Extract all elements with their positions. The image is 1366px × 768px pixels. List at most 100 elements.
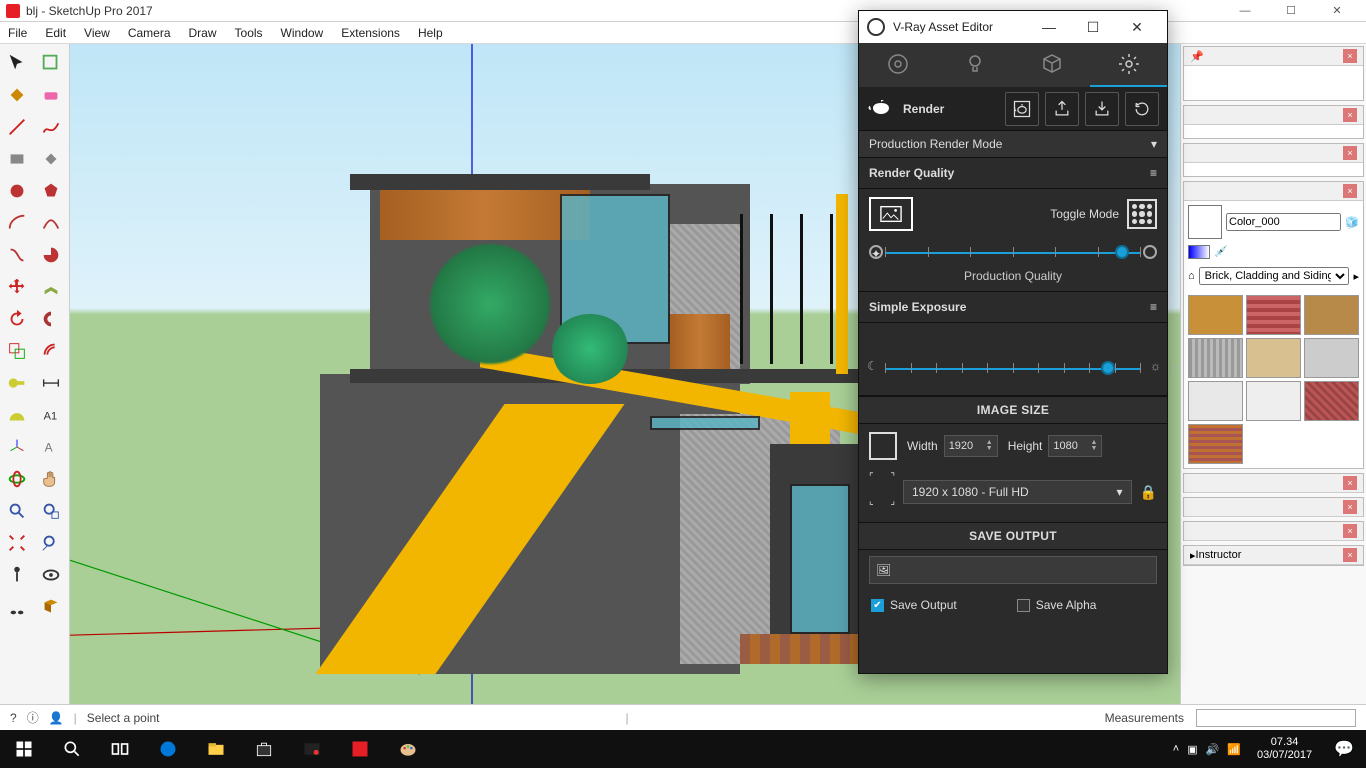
zoom-window-tool[interactable] [36,496,66,526]
vray-minimize-button[interactable]: — [1027,19,1071,36]
circle-tool[interactable] [2,176,32,206]
pushpull-tool[interactable] [36,272,66,302]
save-output-checkbox[interactable]: ✔Save Output [871,598,957,612]
store-taskbar-icon[interactable] [240,730,288,768]
material-swatch[interactable] [1188,424,1243,464]
vray-maximize-button[interactable]: ☐ [1071,19,1115,36]
notifications-icon[interactable]: 💬 [1328,739,1360,759]
aspect-icon[interactable] [869,432,897,460]
maximize-button[interactable]: ☐ [1268,0,1314,22]
render-mode-select[interactable]: Production Render Mode ▾ [859,131,1167,158]
material-swatch[interactable] [1304,381,1359,421]
edge-taskbar-icon[interactable] [144,730,192,768]
render-quality-header[interactable]: Render Quality ≡ [859,158,1167,189]
polygon-tool[interactable] [36,176,66,206]
exposure-slider[interactable]: ☾ ☼ › [869,357,1157,381]
materials-header[interactable]: × [1184,182,1363,201]
export-button[interactable] [1045,92,1079,126]
close-panel-button[interactable]: × [1343,184,1357,198]
exposure-header[interactable]: Simple Exposure ≡ [859,292,1167,323]
start-button[interactable] [0,730,48,768]
close-panel-button[interactable]: × [1343,49,1357,63]
eyedropper-icon[interactable]: 💉 [1214,245,1228,259]
previous-view-tool[interactable] [36,528,66,558]
rotate-tool[interactable] [2,304,32,334]
pan-tool[interactable] [36,464,66,494]
height-input[interactable]: 1080▲▼ [1048,435,1102,457]
menu-edit[interactable]: Edit [45,26,66,40]
library-menu-icon[interactable]: ▸ [1353,270,1359,283]
vray-tab-geometry[interactable] [1013,43,1090,87]
vray-titlebar[interactable]: V-Ray Asset Editor — ☐ ✕ [859,11,1167,43]
tape-tool[interactable] [2,368,32,398]
section-tool[interactable] [36,592,66,622]
followme-tool[interactable] [36,304,66,334]
close-button[interactable]: ✕ [1314,0,1360,22]
taskbar-clock[interactable]: 07.34 03/07/2017 [1249,736,1320,762]
line-tool[interactable] [2,112,32,142]
material-swatch[interactable] [1188,295,1243,335]
2pt-arc-tool[interactable] [36,208,66,238]
material-swatch[interactable] [1246,381,1301,421]
close-panel-button[interactable]: × [1343,548,1357,562]
color-slider-icon[interactable] [1188,245,1210,259]
wifi-icon[interactable]: 📶 [1227,743,1241,756]
material-library-select[interactable]: Brick, Cladding and Siding [1199,267,1350,285]
vray-tab-materials[interactable] [859,43,936,87]
quality-slider[interactable]: ✦ [869,241,1157,265]
home-icon[interactable]: ⌂ [1188,270,1195,282]
vray-close-button[interactable]: ✕ [1115,19,1159,36]
import-button[interactable] [1085,92,1119,126]
rectangle-tool[interactable] [2,144,32,174]
chevron-right-icon[interactable]: › [1173,359,1177,373]
options-icon[interactable]: ≡ [1150,300,1157,314]
text-tool[interactable]: A1 [36,400,66,430]
menu-draw[interactable]: Draw [189,26,217,40]
menu-view[interactable]: View [84,26,110,40]
rotated-rect-tool[interactable] [36,144,66,174]
user-icon[interactable]: 👤 [49,711,64,725]
tray-panel-collapsed2[interactable]: × [1183,497,1364,517]
toggle-mode-button[interactable] [1127,199,1157,229]
3pt-arc-tool[interactable] [2,240,32,270]
menu-window[interactable]: Window [281,26,324,40]
recorder-taskbar-icon[interactable] [288,730,336,768]
task-view-button[interactable] [96,730,144,768]
close-panel-button[interactable]: × [1343,500,1357,514]
select-tool[interactable] [2,48,32,78]
menu-file[interactable]: File [8,26,27,40]
close-panel-button[interactable]: × [1343,524,1357,538]
dimension-tool[interactable] [36,368,66,398]
safe-frame-icon[interactable]: ⌜⌝⌞⌟ [869,472,895,512]
instructor-panel[interactable]: ▸ Instructor× [1183,545,1364,566]
offset-tool[interactable] [36,336,66,366]
tray-panel-collapsed3[interactable]: × [1183,521,1364,541]
material-swatch[interactable] [1188,338,1243,378]
vray-tab-lights[interactable] [936,43,1013,87]
lock-icon[interactable]: 🔒 [1140,484,1157,501]
pin-icon[interactable]: 📌 [1190,50,1204,63]
material-name-input[interactable] [1226,213,1341,231]
pie-tool[interactable] [36,240,66,270]
freehand-tool[interactable] [36,112,66,142]
create-material-icon[interactable]: 🧊 [1345,216,1359,229]
zoom-tool[interactable] [2,496,32,526]
save-alpha-checkbox[interactable]: Save Alpha [1017,598,1097,612]
close-panel-button[interactable]: × [1343,146,1357,160]
help-icon[interactable]: ? [10,711,17,725]
battery-icon[interactable]: ▣ [1187,743,1197,756]
paint-taskbar-icon[interactable] [384,730,432,768]
sketchup-taskbar-icon[interactable] [336,730,384,768]
menu-camera[interactable]: Camera [128,26,171,40]
material-swatch[interactable] [1304,295,1359,335]
geo-icon[interactable]: ⓘ [27,709,39,726]
tray-panel-collapsed1[interactable]: × [1183,473,1364,493]
orbit-tool[interactable] [2,464,32,494]
tray-chevron-icon[interactable]: ˄ [1173,743,1179,755]
material-swatch[interactable] [1188,381,1243,421]
output-path-input[interactable]: 🖼 [869,556,1157,584]
close-panel-button[interactable]: × [1343,476,1357,490]
make-component-tool[interactable] [36,48,66,78]
look-around-tool[interactable] [36,560,66,590]
close-panel-button[interactable]: × [1343,108,1357,122]
